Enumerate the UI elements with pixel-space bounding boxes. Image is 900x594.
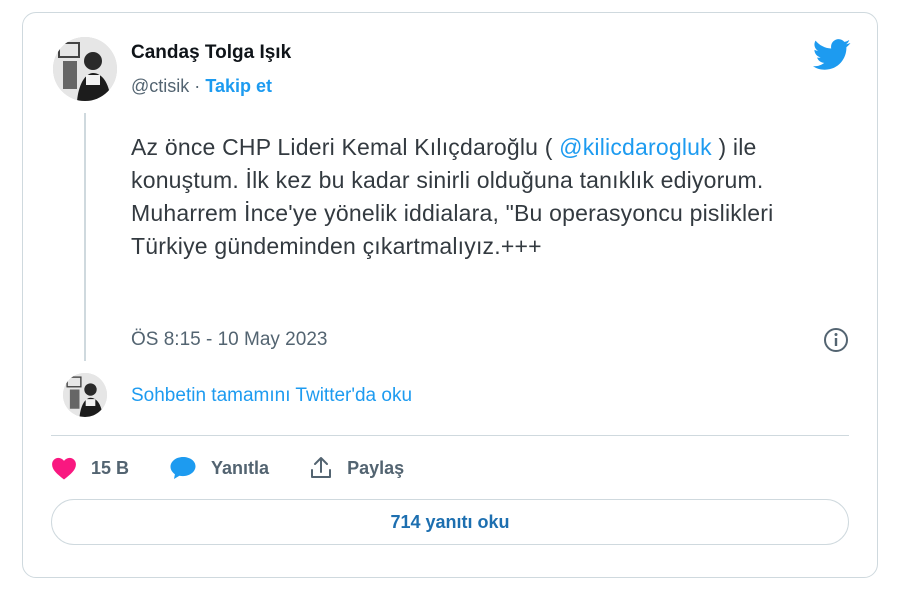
tweet-timestamp[interactable]: ÖS 8:15 - 10 May 2023 — [131, 329, 327, 351]
author-meta: @ctisik · Takip et — [131, 76, 272, 97]
twitter-bird-icon[interactable] — [813, 39, 851, 71]
avatar-image — [53, 37, 117, 101]
heart-icon — [52, 457, 76, 480]
reply-label: Yanıtla — [211, 457, 270, 478]
tweet-text: Az önce CHP Lideri Kemal Kılıçdaroğlu ( … — [131, 131, 851, 263]
embedded-tweet-card: Candaş Tolga Işık @ctisik · Takip et Az … — [22, 12, 878, 578]
meta-separator: · — [194, 76, 201, 96]
info-icon[interactable] — [823, 327, 849, 353]
conversation-avatar — [63, 373, 107, 417]
read-replies-label: 714 yanıtı oku — [390, 511, 510, 532]
avatar-image — [63, 373, 107, 417]
read-conversation-link[interactable]: Sohbetin tamamını Twitter'da oku — [131, 385, 412, 407]
share-icon — [311, 457, 332, 478]
action-bar: 15 B Yanıtla Paylaş — [51, 453, 444, 483]
author-name[interactable]: Candaş Tolga Işık — [131, 42, 291, 64]
reply-button[interactable]: Yanıtla — [169, 456, 269, 480]
like-button[interactable]: 15 B — [51, 456, 129, 480]
read-replies-button[interactable]: 714 yanıtı oku — [51, 499, 849, 545]
speech-bubble-icon — [170, 457, 196, 479]
divider — [51, 435, 849, 436]
like-count: 15 B — [91, 457, 130, 478]
author-handle[interactable]: @ctisik — [131, 76, 189, 96]
tweet-text-part-1: Az önce CHP Lideri Kemal Kılıçdaroğlu ( — [131, 134, 560, 160]
mention-link[interactable]: @kilicdarogluk — [559, 134, 712, 160]
share-button[interactable]: Paylaş — [309, 456, 404, 480]
share-label: Paylaş — [347, 457, 405, 478]
thread-line — [84, 113, 86, 361]
author-avatar[interactable] — [53, 37, 117, 101]
follow-link[interactable]: Takip et — [205, 76, 272, 96]
